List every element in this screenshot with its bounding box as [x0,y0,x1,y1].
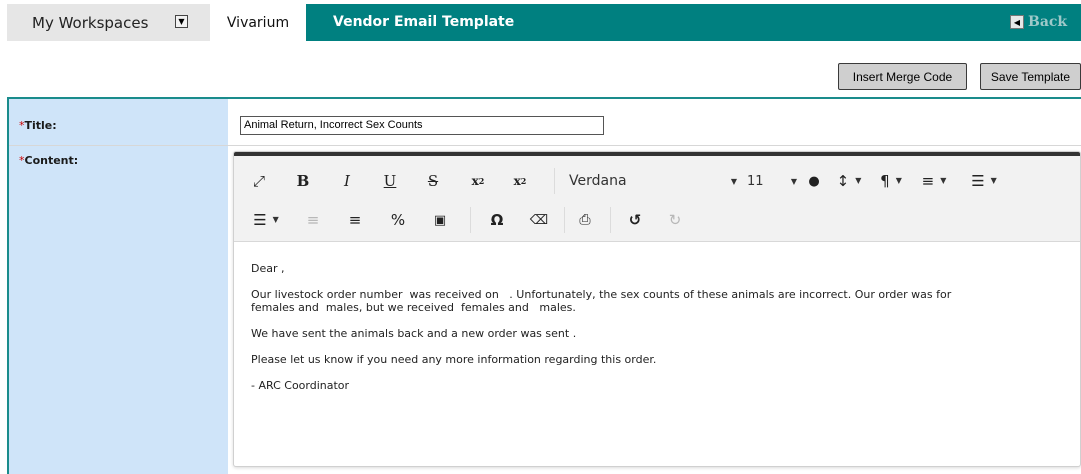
page-title-bar: Vendor Email Template ◀ Back [306,4,1081,41]
insert-merge-code-button[interactable]: Insert Merge Code [838,63,967,90]
unordered-list-icon[interactable]: ☰ ▼ [248,201,284,239]
my-workspaces-tab[interactable]: My Workspaces ▼ [7,4,210,41]
editor-paragraph: - ARC Coordinator [251,379,350,392]
line-height-icon[interactable]: ↕ ▼ [832,162,866,200]
top-bar: My Workspaces ▼ Vivarium Vendor Email Te… [0,0,1081,41]
subscript-icon[interactable]: x2 [464,162,492,200]
title-input[interactable]: Animal Return, Incorrect Sex Counts [240,116,604,135]
editor-paragraph: We have sent the animals back and a new … [251,327,577,340]
toolbar-separator [564,207,565,233]
chevron-down-icon: ▼ [730,176,737,186]
title-label-text: Title: [24,119,57,132]
toolbar-row: ⤢ B I U S x2 x2 Verdana ▼ 11 ▼ ● ↕▼ ¶▼ [234,162,1080,200]
editor-toolbar: ⤢ B I U S x2 x2 Verdana ▼ 11 ▼ ● ↕▼ ¶▼ [234,156,1080,242]
image-icon[interactable]: ▣ [427,201,453,239]
back-button[interactable]: ◀ Back [1010,12,1067,32]
content-label-text: Content: [24,154,79,167]
vivarium-tab-label: Vivarium [226,14,290,31]
font-size-value: 11 [747,173,764,189]
align-icon[interactable]: ≡ ▼ [916,162,952,200]
print-icon[interactable]: ⎙ [572,201,598,239]
maximize-icon[interactable]: ⤢ [246,162,272,200]
toolbar-separator [470,207,471,233]
dropdown-arrow-icon[interactable]: ▼ [175,15,188,28]
my-workspaces-label: My Workspaces [32,13,149,32]
back-arrow-icon: ◀ [1010,15,1024,29]
toolbar-row: ☰ ▼ ≡ ≡ % ▣ Ω ⌫ ⎙ ↺ ↻ [234,201,1080,239]
toolbar-separator [610,207,611,233]
editor-content[interactable]: Dear , Our livestock order number was rec… [234,242,1080,466]
back-label: Back [1028,14,1068,30]
bold-icon[interactable]: B [290,162,316,200]
rich-text-editor[interactable]: ⤢ B I U S x2 x2 Verdana ▼ 11 ▼ ● ↕▼ ¶▼ [233,151,1081,467]
redo-icon: ↻ [668,210,682,229]
vivarium-tab[interactable]: Vivarium [210,4,306,41]
underline-icon[interactable]: U [377,162,403,200]
content-label: *Content: [19,154,78,167]
undo-icon[interactable]: ↺ [622,201,648,239]
font-size-select[interactable]: 11 ▼ [747,162,797,200]
row-divider [9,145,1081,146]
font-family-value: Verdana [569,173,627,189]
font-color-icon[interactable]: ● [804,162,824,200]
italic-icon[interactable]: I [334,162,360,200]
toolbar-separator [554,168,555,194]
save-template-button[interactable]: Save Template [980,63,1081,90]
editor-paragraph: Our livestock order number was received … [251,288,952,314]
superscript-icon[interactable]: x2 [506,162,534,200]
outdent-icon: ≡ [306,210,320,229]
page-title: Vendor Email Template [333,14,515,30]
title-label: *Title: [19,119,57,132]
special-characters-icon[interactable]: Ω [484,201,510,239]
template-form: *Title: *Content: Animal Return, Incorre… [7,97,1081,474]
ordered-list-icon[interactable]: ☰ ▼ [966,162,1002,200]
paragraph-format-icon[interactable]: ¶ ▼ [874,162,908,200]
editor-paragraph: Dear , [251,262,285,275]
font-family-select[interactable]: Verdana ▼ [569,162,737,200]
link-icon[interactable]: % [385,201,411,239]
editor-paragraph: Please let us know if you need any more … [251,353,657,366]
clear-formatting-icon[interactable]: ⌫ [526,201,552,239]
indent-icon[interactable]: ≡ [342,201,368,239]
chevron-down-icon: ▼ [790,176,797,186]
strikethrough-icon[interactable]: S [420,162,446,200]
